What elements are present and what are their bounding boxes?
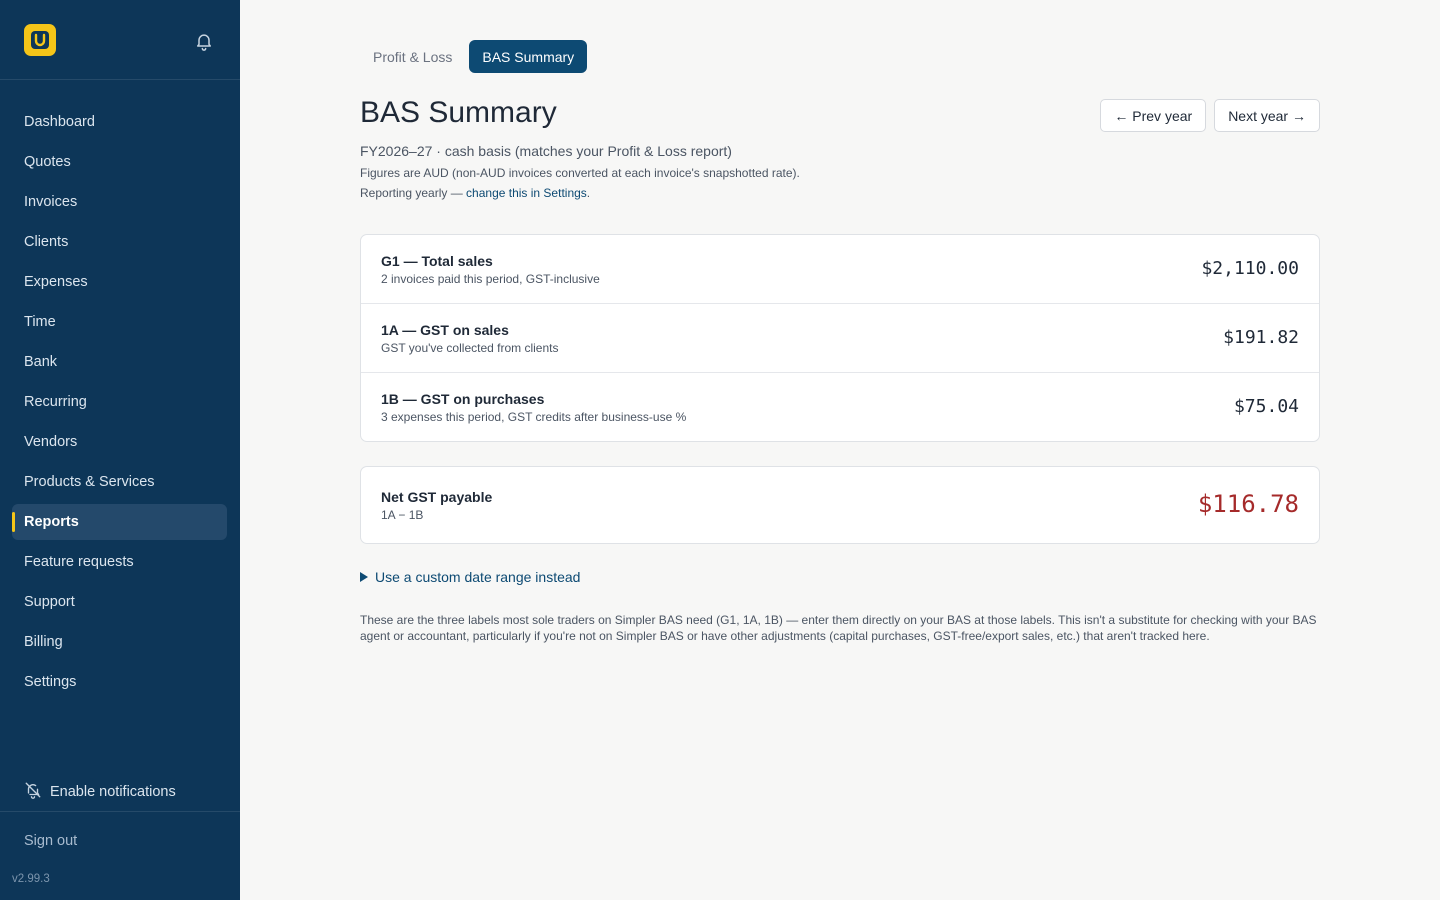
currency-note: Figures are AUD (non-AUD invoices conver…	[360, 166, 800, 180]
sidebar-item-billing[interactable]: Billing	[12, 624, 227, 660]
custom-date-range-toggle[interactable]: Use a custom date range instead	[360, 569, 580, 585]
bas-line-amount: $2,110.00	[1201, 258, 1299, 279]
tab-profit-loss[interactable]: Profit & Loss	[360, 40, 465, 73]
bas-lines-card: G1 — Total sales 2 invoices paid this pe…	[360, 234, 1320, 442]
sidebar-item-reports[interactable]: Reports	[12, 504, 227, 540]
bas-line-1b: 1B — GST on purchases 3 expenses this pe…	[361, 373, 1319, 442]
bas-line-label: G1 — Total sales	[381, 253, 493, 269]
sidebar-item-dashboard[interactable]: Dashboard	[12, 104, 227, 140]
change-settings-link[interactable]: change this in Settings	[466, 186, 587, 200]
sidebar-item-support[interactable]: Support	[12, 584, 227, 620]
sidebar-nav: Dashboard Quotes Invoices Clients Expens…	[12, 104, 227, 704]
app-version: v2.99.3	[12, 873, 50, 885]
disclosure-triangle-icon	[360, 569, 368, 585]
sidebar-item-time[interactable]: Time	[12, 304, 227, 340]
bas-line-amount: $191.82	[1223, 327, 1299, 348]
net-gst-card: Net GST payable 1A − 1B $116.78	[360, 466, 1320, 544]
sidebar-item-quotes[interactable]: Quotes	[12, 144, 227, 180]
sidebar-item-expenses[interactable]: Expenses	[12, 264, 227, 300]
reporting-note-suffix: .	[586, 186, 591, 200]
bell-off-icon	[24, 781, 42, 803]
bas-line-description: 3 expenses this period, GST credits afte…	[381, 410, 687, 424]
reporting-note: Reporting yearly — change this in Settin…	[360, 186, 590, 200]
sidebar-item-settings[interactable]: Settings	[12, 664, 227, 700]
net-gst-formula: 1A − 1B	[381, 508, 424, 522]
sidebar-item-clients[interactable]: Clients	[12, 224, 227, 260]
reporting-note-prefix: Reporting yearly —	[360, 186, 467, 200]
bas-line-description: 2 invoices paid this period, GST-inclusi…	[381, 272, 600, 286]
sidebar-item-vendors[interactable]: Vendors	[12, 424, 227, 460]
sidebar-item-bank[interactable]: Bank	[12, 344, 227, 380]
bas-line-label: 1B — GST on purchases	[381, 391, 545, 407]
sidebar-divider	[0, 811, 240, 812]
bas-line-description: GST you've collected from clients	[381, 341, 559, 355]
year-navigation: ← Prev year Next year →	[1100, 99, 1320, 132]
bas-line-amount: $75.04	[1233, 396, 1299, 417]
notifications-bell-icon[interactable]	[192, 29, 216, 53]
net-gst-label: Net GST payable	[381, 489, 493, 505]
period-subtitle: FY2026–27 · cash basis (matches your Pro…	[360, 143, 732, 159]
custom-date-range-label: Use a custom date range instead	[375, 569, 581, 585]
sidebar-item-products-services[interactable]: Products & Services	[12, 464, 227, 500]
sidebar-item-invoices[interactable]: Invoices	[12, 184, 227, 220]
bas-line-1a: 1A — GST on sales GST you've collected f…	[361, 304, 1319, 373]
page-title: BAS Summary	[360, 96, 557, 129]
logo-icon	[31, 31, 49, 49]
enable-notifications-label: Enable notifications	[50, 784, 176, 800]
sidebar-item-recurring[interactable]: Recurring	[12, 384, 227, 420]
app-logo[interactable]	[24, 24, 56, 56]
sidebar-item-feature-requests[interactable]: Feature requests	[12, 544, 227, 580]
next-year-button[interactable]: Next year →	[1214, 99, 1320, 132]
enable-notifications-button[interactable]: Enable notifications	[24, 781, 176, 803]
report-tabs: Profit & Loss BAS Summary	[360, 40, 588, 73]
sidebar-header	[0, 0, 240, 80]
bas-line-label: 1A — GST on sales	[381, 322, 509, 338]
sign-out-button[interactable]: Sign out	[24, 833, 77, 849]
tab-bas-summary[interactable]: BAS Summary	[469, 40, 588, 73]
prev-year-button[interactable]: ← Prev year	[1100, 99, 1207, 132]
net-gst-amount: $116.78	[1197, 490, 1299, 518]
bas-line-g1: G1 — Total sales 2 invoices paid this pe…	[361, 235, 1319, 304]
sidebar: Dashboard Quotes Invoices Clients Expens…	[0, 0, 240, 900]
bas-disclaimer: These are the three labels most sole tra…	[360, 613, 1317, 643]
